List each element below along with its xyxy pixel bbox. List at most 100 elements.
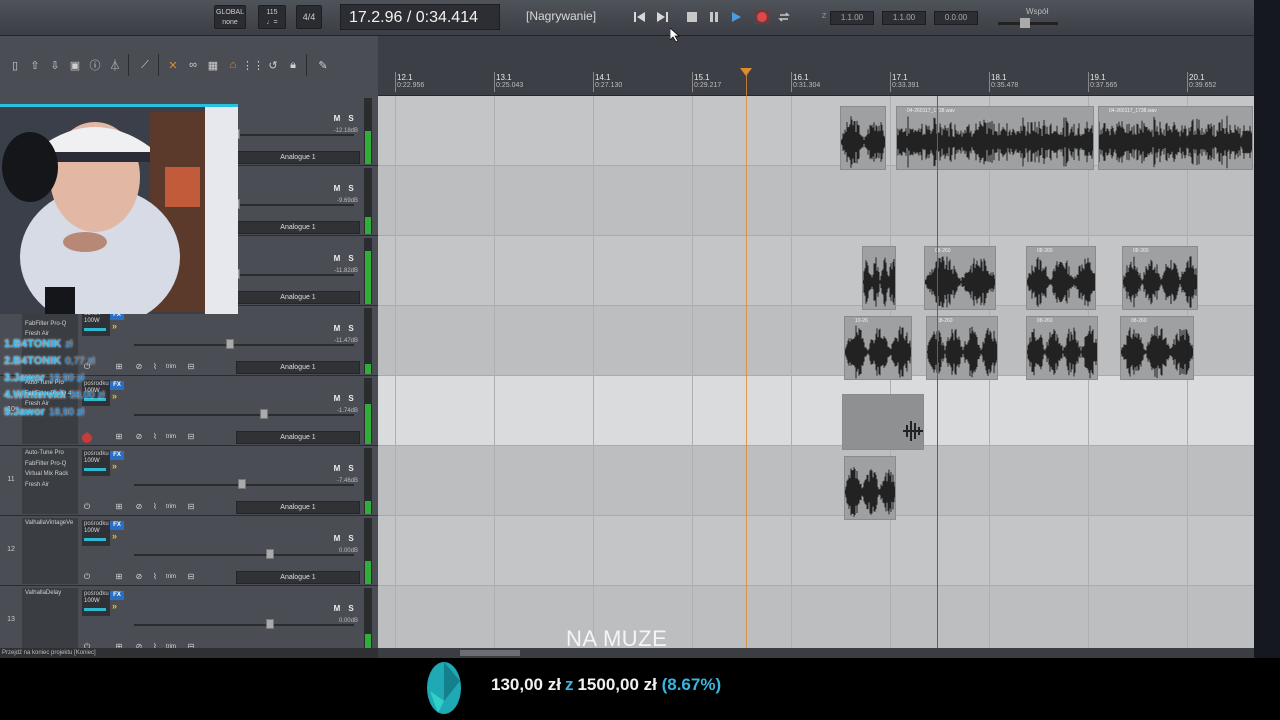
solo-button[interactable]: S [345,463,357,475]
volume-fader-knob[interactable] [266,549,274,559]
time-signature[interactable]: 4/4 [296,5,322,29]
audio-clip[interactable]: 08-260 [1122,246,1198,310]
input-arrow-icon[interactable]: » [112,392,124,401]
io-icon[interactable]: ⊞ [114,572,124,582]
output-selector[interactable]: Analogue 1 [236,221,360,234]
mute-button[interactable]: M [331,393,343,405]
plugin-slot[interactable]: Auto-Tune Pro [25,448,78,459]
save-icon[interactable]: ▣ [68,58,82,72]
solo-button[interactable]: S [345,393,357,405]
audio-clip[interactable]: 08-260 [1026,316,1098,380]
track-lane[interactable] [378,446,1254,516]
fx-button[interactable]: FX [110,521,124,530]
volume-fader-track[interactable] [134,414,354,416]
track-header[interactable]: 11 Auto-Tune Pro FabFilter Pro-Q Virtual Mi… [0,446,378,516]
input-arrow-icon[interactable]: » [112,462,124,471]
io-icon[interactable]: ⊞ [114,432,124,442]
solo-button[interactable]: S [345,603,357,615]
cut-icon[interactable]: ✕ [166,58,180,72]
automation-icon[interactable]: ⌇ [150,572,160,582]
record-arm-button[interactable] [82,433,92,443]
edit-icon[interactable]: ⊟ [186,572,196,582]
output-selector[interactable]: Analogue 1 [236,291,360,304]
monitor-icon[interactable]: ⊘ [134,432,144,442]
loop-tool-icon[interactable]: ↺ [266,58,280,72]
input-arrow-icon[interactable]: » [112,322,124,331]
audio-clip[interactable]: 08-260 [924,246,996,310]
skip-forward-button[interactable] [652,7,672,27]
audio-clip[interactable]: 08-260 [1120,316,1194,380]
mute-button[interactable]: M [331,463,343,475]
edit-cursor[interactable] [746,70,747,648]
volume-fader-knob[interactable] [260,409,268,419]
audio-clip[interactable]: 10-26 [844,316,912,380]
stop-button[interactable] [682,7,702,27]
plugin-list[interactable]: ValhallaDelay [22,588,78,654]
metronome-icon[interactable]: ⏃ [108,58,122,72]
audio-clip[interactable] [844,456,896,520]
track-lane[interactable] [378,166,1254,236]
volume-fader-track[interactable] [134,624,354,626]
loop-length[interactable]: 0.0.00 [934,11,978,25]
monitor-icon[interactable]: ⊘ [134,572,144,582]
wspol-slider-knob[interactable] [1020,18,1030,28]
tempo-box[interactable]: 115 ♩= [258,5,286,29]
io-icon[interactable]: ⊞ [114,502,124,512]
solo-button[interactable]: S [345,323,357,335]
solo-button[interactable]: S [345,113,357,125]
export-icon[interactable]: ⇩ [48,58,62,72]
solo-button[interactable]: S [345,533,357,545]
mute-button[interactable]: M [331,323,343,335]
arrangement-view[interactable]: 04-260117_1738.wav 04-260117_1738.wav 08-2… [378,96,1254,656]
output-selector[interactable]: Analogue 1 [236,151,360,164]
new-file-icon[interactable]: ▯ [8,58,22,72]
volume-fader-track[interactable] [134,344,354,346]
input-arrow-icon[interactable]: » [112,532,124,541]
time-display[interactable]: 17.2.96 / 0:34.414 [340,4,500,30]
io-icon[interactable]: ⊞ [114,362,124,372]
volume-fader-knob[interactable] [226,339,234,349]
edit-cursor-marker-icon[interactable] [740,68,752,76]
envelope-tool-icon[interactable]: ⟋ [138,58,152,72]
pause-button[interactable] [704,7,724,27]
automation-icon[interactable]: ⌇ [150,432,160,442]
audio-clip[interactable] [840,106,886,170]
lock-icon[interactable]: 🔒︎ [286,58,300,72]
record-mode-label[interactable]: [Nagrywanie] [526,9,596,23]
loop-end[interactable]: 1.1.00 [882,11,926,25]
play-button[interactable] [726,7,746,27]
grid-icon[interactable]: ▦ [206,58,220,72]
plugin-slot[interactable]: ValhallaDelay [25,588,78,599]
pencil-icon[interactable]: ✎ [316,58,330,72]
monitor-icon[interactable]: ⊘ [134,362,144,372]
output-selector[interactable]: Analogue 1 [236,571,360,584]
automation-icon[interactable]: ⌇ [150,502,160,512]
plugin-slot[interactable]: ValhallaVintageVe [25,518,78,529]
plugin-slot[interactable]: FabFilter Pro-Q [25,319,78,330]
track-lane-selected[interactable] [378,376,1254,446]
track-header[interactable]: 13 ValhallaDelay pośrodku FX» 100W M S 0.00dB ⏻ ⊞… [0,586,378,656]
edit-icon[interactable]: ⊟ [186,502,196,512]
edit-icon[interactable]: ⊟ [186,432,196,442]
track-lane[interactable] [378,516,1254,586]
power-icon[interactable]: ⏻ [82,502,92,512]
fx-button[interactable]: FX [110,591,124,600]
loop-button[interactable] [774,7,794,27]
audio-clip[interactable]: 08-260 [1026,246,1096,310]
audio-clip[interactable]: 04-260117_1738.wav [1098,106,1253,170]
loop-start[interactable]: 1.1.00 [830,11,874,25]
playhead[interactable] [937,96,938,648]
fx-button[interactable]: FX [110,451,124,460]
mute-button[interactable]: M [331,253,343,265]
mute-button[interactable]: M [331,113,343,125]
plugin-list[interactable]: ValhallaVintageVe [22,518,78,584]
link-icon[interactable]: ∞ [186,58,200,72]
volume-fader-knob[interactable] [266,619,274,629]
power-icon[interactable]: ⏻ [82,572,92,582]
automation-icon[interactable]: ⌇ [150,362,160,372]
snap-icon[interactable]: ⌂ [226,58,240,72]
track-header[interactable]: 12 ValhallaVintageVe pośrodku FX» 100W M S 0.00… [0,516,378,586]
solo-button[interactable]: S [345,253,357,265]
track-lane[interactable] [378,586,1254,656]
plugin-slot[interactable]: Fresh Air [25,480,78,491]
